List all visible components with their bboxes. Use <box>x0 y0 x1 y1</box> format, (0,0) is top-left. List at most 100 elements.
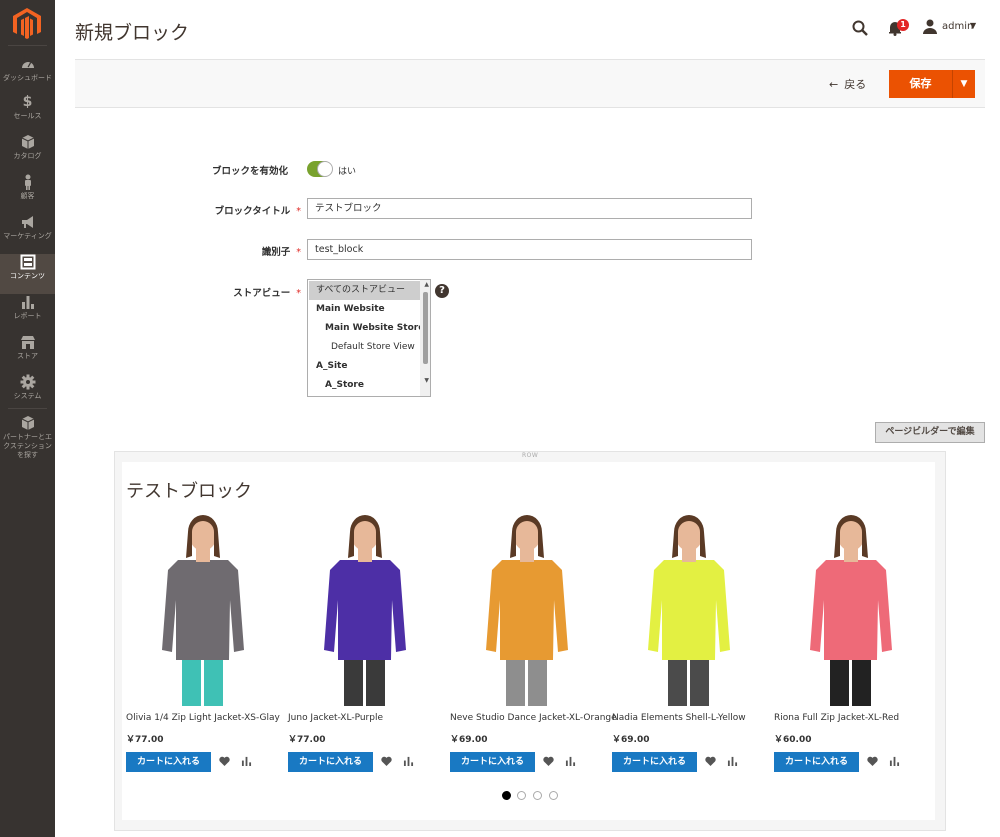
add-to-cart-button[interactable]: カートに入れる <box>612 752 697 772</box>
carousel-dot[interactable] <box>533 791 542 800</box>
gear-icon <box>20 374 35 390</box>
identifier-input[interactable]: test_block <box>307 239 752 260</box>
carousel-dot[interactable] <box>549 791 558 800</box>
megaphone-icon <box>21 216 33 228</box>
store-option-default-store-view[interactable]: Default Store View <box>309 338 415 357</box>
scroll-down-icon[interactable]: ▼ <box>424 377 429 384</box>
scrollbar[interactable]: ▲ ▼ <box>420 280 430 396</box>
product-price: ￥77.00 <box>126 735 164 745</box>
product-image[interactable] <box>288 510 443 708</box>
add-to-cart-button[interactable]: カートに入れる <box>126 752 211 772</box>
admin-user-menu[interactable]: admin <box>942 21 973 32</box>
sidebar-divider <box>8 408 47 409</box>
product-price: ￥69.00 <box>612 735 650 745</box>
store-option-a-store[interactable]: A_Store <box>309 376 364 395</box>
product-price: ￥69.00 <box>450 735 488 745</box>
add-to-cart-button[interactable]: カートに入れる <box>288 752 373 772</box>
compare-icon[interactable] <box>241 756 252 766</box>
cube-icon <box>21 416 34 430</box>
store-option-main-website-store[interactable]: Main Website Store <box>309 319 424 338</box>
compare-icon[interactable] <box>889 756 900 766</box>
compare-icon[interactable] <box>403 756 414 766</box>
save-button[interactable]: 保存 <box>889 70 952 98</box>
required-asterisk: * <box>296 247 301 258</box>
caret-down-icon: ▼ <box>960 79 968 89</box>
enable-block-label: ブロックを有効化 <box>211 166 288 177</box>
sidebar-item-label: システム <box>13 392 42 400</box>
block-title-input[interactable]: テストブロック <box>307 198 752 219</box>
required-asterisk: * <box>296 206 301 217</box>
row-label: ROW <box>522 452 539 459</box>
product-name[interactable]: Juno Jacket-XL-Purple <box>288 713 383 723</box>
required-asterisk: * <box>296 288 301 299</box>
product-image[interactable] <box>774 510 929 708</box>
store-option-main-website[interactable]: Main Website <box>309 300 385 319</box>
store-option-a-site[interactable]: A_Site <box>309 357 347 376</box>
product-name[interactable]: Riona Full Zip Jacket-XL-Red <box>774 713 899 723</box>
heart-icon[interactable] <box>543 756 554 766</box>
carousel-dot[interactable] <box>502 791 511 800</box>
product-image[interactable] <box>450 510 605 708</box>
product-image[interactable] <box>126 510 281 708</box>
dollar-icon: $ <box>22 94 33 110</box>
page-title: 新規ブロック <box>75 22 190 44</box>
sidebar-item-label: セールス <box>13 112 42 120</box>
product-image[interactable] <box>612 510 767 708</box>
store-view-multiselect[interactable]: すべてのストアビュー Main Website Main Website Sto… <box>307 279 431 397</box>
dashboard-icon <box>21 62 34 68</box>
back-button-label: 戻る <box>844 78 867 91</box>
identifier-label: 識別子 * <box>261 247 301 258</box>
sidebar-item-label: マーケティング <box>3 232 52 240</box>
bar-chart-icon <box>21 296 34 309</box>
magento-logo[interactable] <box>13 8 41 40</box>
product-name[interactable]: Olivia 1/4 Zip Light Jacket-XS-Glay <box>126 713 280 723</box>
add-to-cart-button[interactable]: カートに入れる <box>774 752 859 772</box>
compare-icon[interactable] <box>565 756 576 766</box>
sidebar-item-label: パートナーとエクステンションを探す <box>3 433 52 459</box>
sidebar-item-marketing[interactable]: マーケティング <box>0 214 55 254</box>
heart-icon[interactable] <box>219 756 230 766</box>
sidebar-item-label: コンテンツ <box>10 272 45 280</box>
compare-icon[interactable] <box>727 756 738 766</box>
user-icon[interactable] <box>923 19 937 34</box>
notification-count-badge: 1 <box>897 19 909 31</box>
heart-icon[interactable] <box>381 756 392 766</box>
sidebar-item-label: カタログ <box>13 152 42 160</box>
sidebar-item-dashboard[interactable]: ダッシュボード <box>0 56 55 96</box>
sidebar-item-catalog[interactable]: カタログ <box>0 134 55 174</box>
store-option-all[interactable]: すべてのストアビュー <box>309 281 421 300</box>
add-to-cart-button[interactable]: カートに入れる <box>450 752 535 772</box>
sidebar-item-label: 顧客 <box>20 192 35 200</box>
chevron-down-icon[interactable]: ▼ <box>970 21 976 30</box>
sidebar-item-label: ダッシュボード <box>3 74 52 82</box>
save-options-toggle[interactable]: ▼ <box>952 70 975 98</box>
enable-block-value: はい <box>338 167 357 177</box>
box-icon <box>21 135 34 149</box>
sidebar-item-label: ストア <box>17 352 38 360</box>
layout-icon <box>20 254 35 270</box>
admin-sidebar: ダッシュボード $ セールス カタログ 顧客 マーケティング コンテンツ レポー… <box>0 0 55 837</box>
store-icon <box>20 336 35 349</box>
heart-icon[interactable] <box>705 756 716 766</box>
heart-icon[interactable] <box>867 756 878 766</box>
search-icon[interactable] <box>852 20 868 36</box>
toggle-knob[interactable] <box>317 161 333 177</box>
scroll-up-icon[interactable]: ▲ <box>424 281 429 288</box>
edit-with-page-builder-button[interactable]: ページビルダーで編集 <box>875 422 985 443</box>
sidebar-divider <box>8 45 47 46</box>
product-name[interactable]: Nadia Elements Shell-L-Yellow <box>612 713 746 723</box>
product-price: ￥60.00 <box>774 735 812 745</box>
product-name[interactable]: Neve Studio Dance Jacket-XL-Orange <box>450 713 617 723</box>
sidebar-item-reports[interactable]: レポート <box>0 294 55 334</box>
product-price: ￥77.00 <box>288 735 326 745</box>
sidebar-item-partners[interactable]: パートナーとエクステンションを探す <box>0 415 55 459</box>
sidebar-item-content[interactable]: コンテンツ <box>0 254 55 294</box>
scrollbar-thumb[interactable] <box>423 292 428 364</box>
arrow-left-icon: ← <box>829 78 839 91</box>
sidebar-item-stores[interactable]: ストア <box>0 334 55 374</box>
sidebar-item-sales[interactable]: $ セールス <box>0 94 55 134</box>
carousel-dot[interactable] <box>517 791 526 800</box>
sidebar-item-customers[interactable]: 顧客 <box>0 174 55 214</box>
help-icon[interactable]: ? <box>435 284 449 298</box>
back-button[interactable]: ← 戻る <box>829 76 866 92</box>
